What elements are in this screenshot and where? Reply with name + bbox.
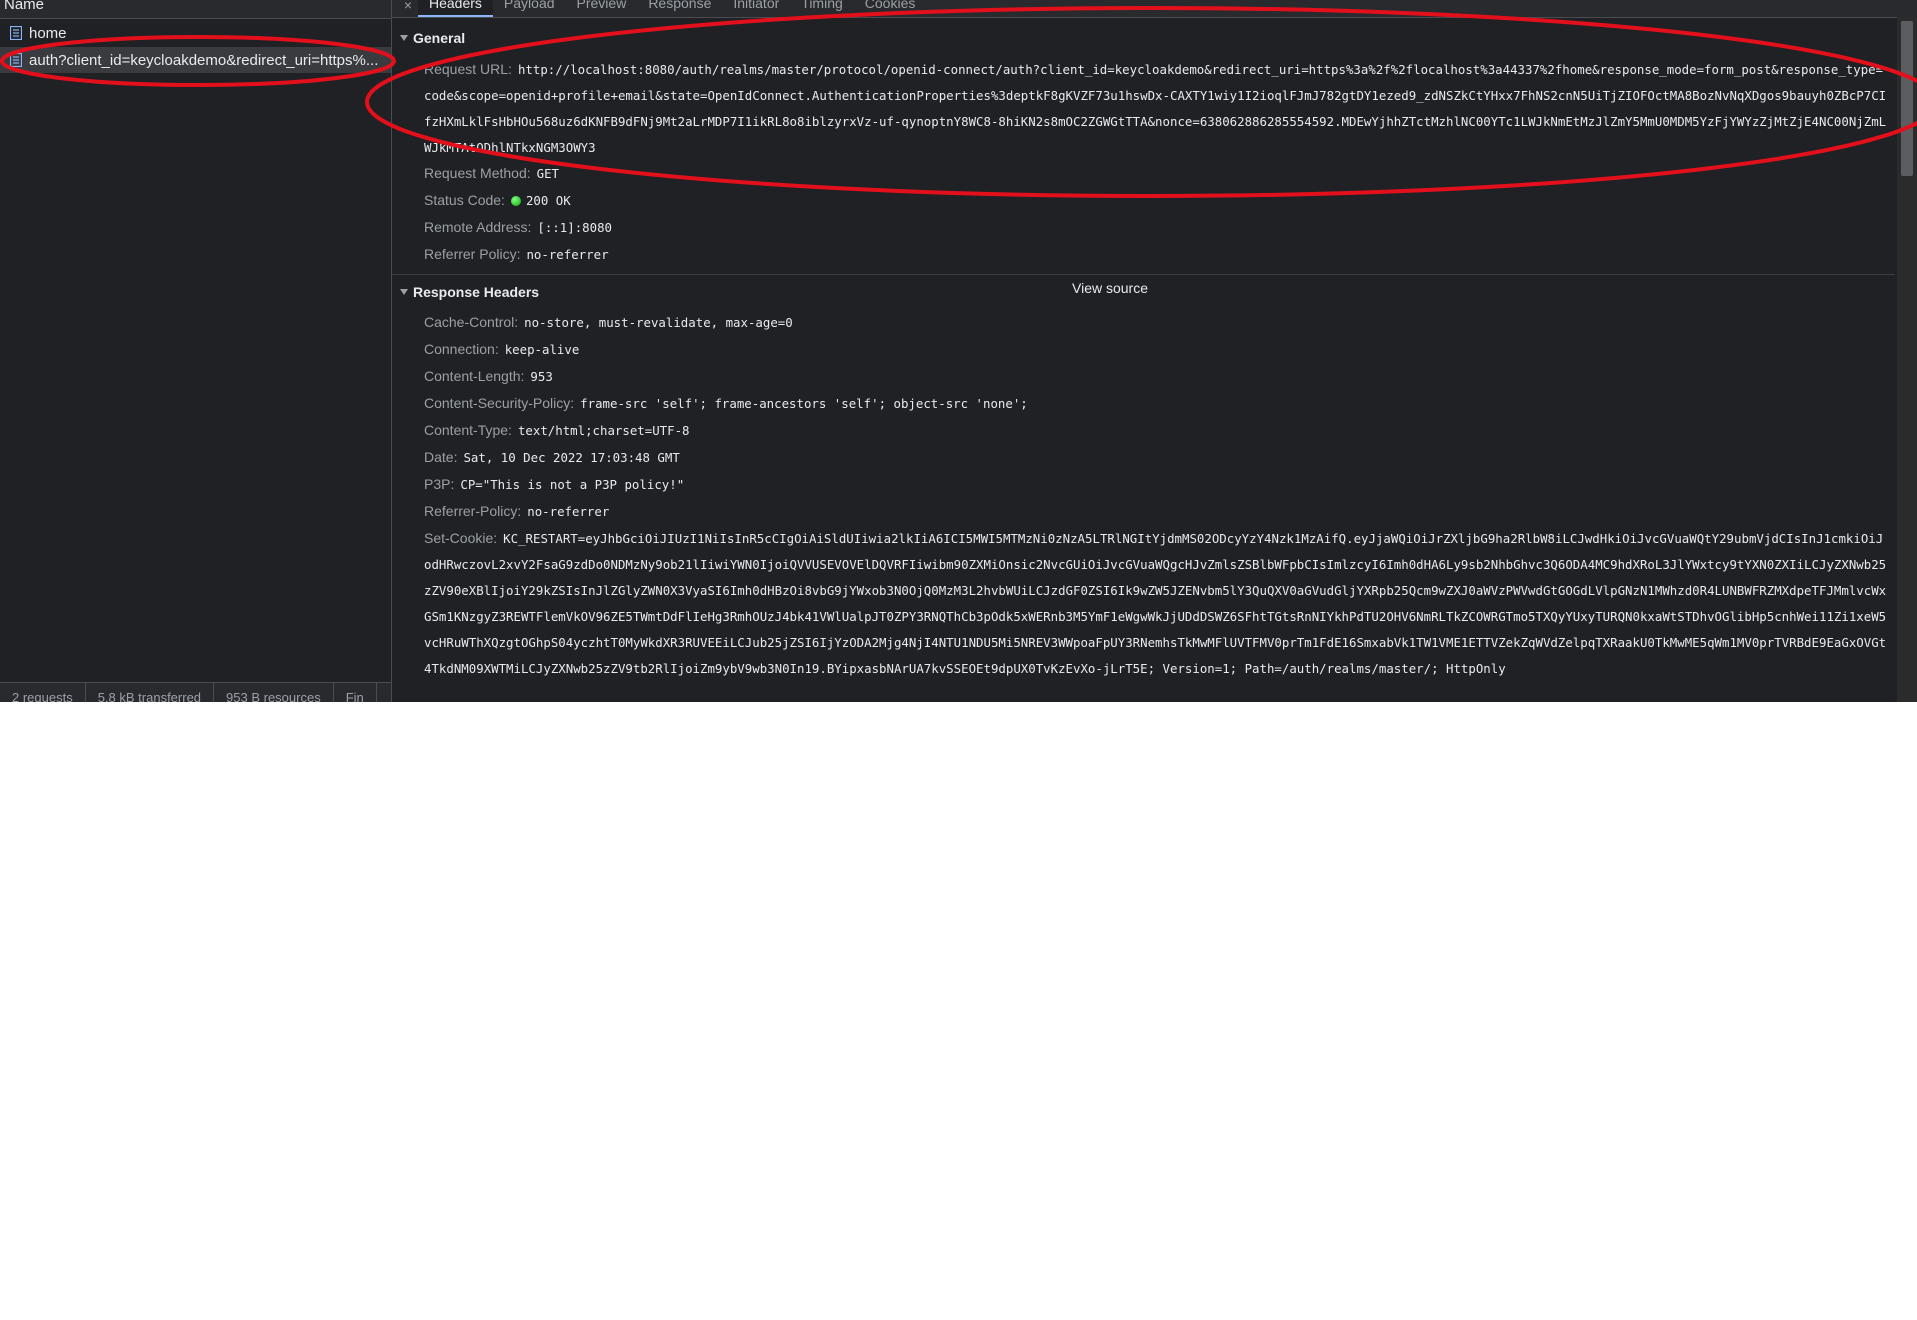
header-value: no-store, must-revalidate, max-age=0 — [524, 315, 793, 330]
close-icon[interactable]: × — [398, 0, 418, 13]
name-column-header[interactable]: Name — [0, 0, 391, 19]
transferred-size: 5.8 kB transferred — [86, 683, 215, 702]
request-list-panel: Name home auth?client_id=keycloakdemo&re… — [0, 0, 392, 702]
header-referrer-policy: Referrer-Policy: no-referrer — [424, 498, 1890, 525]
header-key: Content-Length: — [424, 368, 525, 384]
header-key: Referrer-Policy: — [424, 503, 522, 519]
header-value: no-referrer — [527, 504, 610, 519]
triangle-down-icon — [400, 289, 408, 295]
tab-cookies[interactable]: Cookies — [854, 0, 927, 17]
status-code-value: 200 OK — [525, 193, 571, 208]
header-value[interactable]: KC_RESTART=eyJhbGciOiJIUzI1NiIsInR5cCIgO… — [424, 531, 1886, 676]
header-value: CP="This is not a P3P policy!" — [460, 477, 685, 492]
request-row-auth[interactable]: auth?client_id=keycloakdemo&redirect_uri… — [0, 47, 391, 73]
view-source-link[interactable]: View source — [1072, 280, 1148, 296]
header-content-type: Content-Type: text/html;charset=UTF-8 — [424, 417, 1890, 444]
remote-address-value: [::1]:8080 — [537, 220, 612, 235]
triangle-down-icon — [400, 35, 408, 41]
header-p3p: P3P: CP="This is not a P3P policy!" — [424, 471, 1890, 498]
tab-preview[interactable]: Preview — [566, 0, 638, 17]
header-value: keep-alive — [504, 342, 580, 357]
status-ok-dot-icon — [510, 196, 521, 206]
header-key: Connection: — [424, 341, 499, 357]
header-date: Date: Sat, 10 Dec 2022 17:03:48 GMT — [424, 444, 1890, 471]
document-icon — [9, 25, 23, 41]
tab-timing[interactable]: Timing — [790, 0, 854, 17]
header-key: Content-Security-Policy: — [424, 395, 575, 411]
header-key: Set-Cookie: — [424, 530, 498, 546]
request-method-field: Request Method: GET — [424, 160, 1890, 187]
status-code-key: Status Code: — [424, 192, 505, 208]
resources-size: 953 B resources — [214, 683, 334, 702]
header-content-security-policy: Content-Security-Policy: frame-src 'self'… — [424, 390, 1890, 417]
referrer-policy-field: Referrer Policy: no-referrer — [424, 241, 1890, 268]
request-method-key: Request Method: — [424, 165, 531, 181]
referrer-policy-value: no-referrer — [526, 247, 609, 262]
response-headers-section-header[interactable]: Response Headers View source — [392, 280, 1895, 304]
detail-tabbar: × Headers Payload Preview Response Initi… — [392, 0, 1917, 18]
header-value: frame-src 'self'; frame-ancestors 'self'… — [580, 396, 1028, 411]
finish-time: Fin — [334, 683, 377, 702]
header-key: Date: — [424, 449, 458, 465]
header-key: Content-Type: — [424, 422, 512, 438]
document-icon — [9, 52, 23, 68]
request-url-value[interactable]: http://localhost:8080/auth/realms/master… — [424, 62, 1886, 155]
header-value: text/html;charset=UTF-8 — [517, 423, 690, 438]
request-detail-panel: × Headers Payload Preview Response Initi… — [392, 0, 1917, 702]
network-status-bar: 2 requests 5.8 kB transferred 953 B reso… — [0, 682, 391, 702]
status-code-field: Status Code: 200 OK — [424, 187, 1890, 214]
header-key: Cache-Control: — [424, 314, 519, 330]
request-method-value: GET — [536, 166, 560, 181]
devtools-network-panel: Name home auth?client_id=keycloakdemo&re… — [0, 0, 1917, 702]
tab-payload[interactable]: Payload — [493, 0, 566, 17]
header-value: Sat, 10 Dec 2022 17:03:48 GMT — [463, 450, 680, 465]
remote-address-field: Remote Address: [::1]:8080 — [424, 214, 1890, 241]
header-connection: Connection: keep-alive — [424, 336, 1890, 363]
scrollbar-thumb[interactable] — [1901, 21, 1913, 176]
vertical-scrollbar[interactable] — [1897, 17, 1917, 702]
general-title: General — [413, 30, 466, 46]
request-name: auth?client_id=keycloakdemo&redirect_uri… — [29, 51, 379, 69]
header-value: 953 — [530, 369, 553, 384]
request-url-key: Request URL: — [424, 61, 512, 77]
header-key: P3P: — [424, 476, 455, 492]
section-divider — [392, 274, 1895, 275]
tab-headers[interactable]: Headers — [418, 0, 493, 17]
request-count: 2 requests — [0, 683, 86, 702]
response-headers-title: Response Headers — [413, 284, 540, 300]
request-url-field: Request URL: http://localhost:8080/auth/r… — [424, 56, 1890, 161]
tab-response[interactable]: Response — [637, 0, 722, 17]
request-row-home[interactable]: home — [0, 20, 391, 46]
remote-address-key: Remote Address: — [424, 219, 532, 235]
request-name: home — [29, 24, 67, 42]
header-set-cookie: Set-Cookie: KC_RESTART=eyJhbGciOiJIUzI1Ni… — [424, 525, 1890, 682]
general-section-header[interactable]: General — [392, 26, 1895, 50]
header-content-length: Content-Length: 953 — [424, 363, 1890, 390]
referrer-policy-key: Referrer Policy: — [424, 246, 521, 262]
tab-initiator[interactable]: Initiator — [722, 0, 790, 17]
header-cache-control: Cache-Control: no-store, must-revalidate,… — [424, 309, 1890, 336]
